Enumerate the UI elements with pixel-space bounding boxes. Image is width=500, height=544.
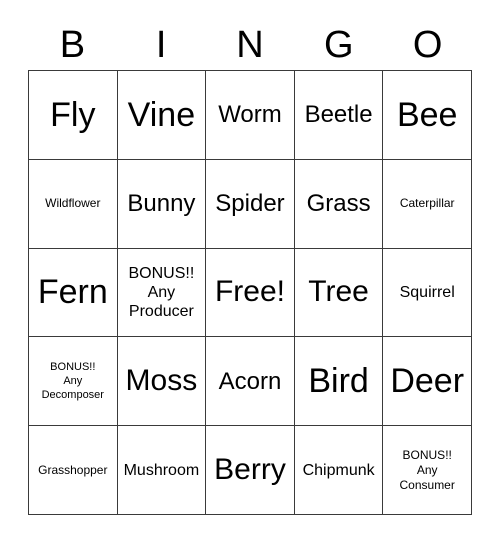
bingo-cell-label: Worm bbox=[218, 101, 282, 129]
bingo-cell[interactable]: Vine bbox=[117, 71, 207, 160]
bingo-header-letter-1: I bbox=[155, 24, 167, 66]
bingo-header-row: BINGO bbox=[28, 22, 472, 68]
bingo-header-letter-2: N bbox=[236, 24, 264, 66]
bingo-cell-label: Fern bbox=[37, 273, 108, 312]
bingo-cell-label: Bunny bbox=[127, 190, 196, 218]
bingo-cell[interactable]: Moss bbox=[117, 337, 207, 427]
bingo-cell[interactable]: BONUS!! Any Decomposer bbox=[29, 337, 118, 427]
bingo-cell[interactable]: Acorn bbox=[206, 337, 295, 427]
bingo-cell[interactable]: Free! bbox=[206, 248, 295, 338]
bingo-cell[interactable]: Mushroom bbox=[117, 426, 207, 515]
bingo-cell-label: Mushroom bbox=[123, 461, 200, 479]
bingo-cell[interactable]: Worm bbox=[206, 71, 295, 160]
bingo-cell-label: Chipmunk bbox=[302, 461, 375, 479]
bingo-cell-label: Wildflower bbox=[45, 196, 101, 211]
bingo-cell[interactable]: Squirrel bbox=[383, 248, 472, 338]
bingo-cell-label: Acorn bbox=[218, 367, 282, 395]
bingo-cell[interactable]: Spider bbox=[206, 159, 295, 249]
bingo-cell[interactable]: BONUS!! Any Producer bbox=[117, 248, 207, 338]
bingo-cell-label: Moss bbox=[125, 364, 198, 398]
bingo-cell-label: Spider bbox=[215, 190, 285, 218]
bingo-cell-label: Bird bbox=[308, 362, 369, 401]
bingo-cell[interactable]: Wildflower bbox=[29, 159, 118, 249]
bingo-cell[interactable]: Chipmunk bbox=[294, 426, 384, 515]
bingo-cell-label: Deer bbox=[390, 362, 465, 401]
bingo-cell[interactable]: BONUS!! Any Consumer bbox=[383, 426, 472, 515]
bingo-cell[interactable]: Tree bbox=[294, 248, 384, 338]
bingo-header-letter-3: G bbox=[324, 24, 354, 66]
bingo-cell-label: Bee bbox=[396, 95, 458, 134]
bingo-cell-label: Grasshopper bbox=[38, 462, 108, 477]
bingo-cell[interactable]: Fern bbox=[29, 248, 118, 338]
bingo-cell[interactable]: Deer bbox=[383, 337, 472, 427]
bingo-cell-label: Tree bbox=[308, 275, 369, 309]
bingo-cell[interactable]: Grasshopper bbox=[29, 426, 118, 515]
bingo-card: B I N G O Fly Vine Worm Beetle Bee Wildflower Bunn… bbox=[0, 0, 500, 544]
bingo-cell[interactable]: Fly bbox=[29, 71, 118, 160]
bingo-cell-label: Beetle bbox=[304, 101, 373, 129]
bingo-grid: Fly Vine Worm Beetle Bee Wildflower Bunny Spide… bbox=[28, 70, 472, 515]
bingo-cell-label: Vine bbox=[127, 95, 196, 134]
bingo-cell-label: BONUS!! Any Producer bbox=[128, 264, 195, 320]
bingo-cell-label: Grass bbox=[306, 190, 371, 218]
bingo-cell[interactable]: Beetle bbox=[294, 71, 384, 160]
bingo-cell-label: BONUS!! Any Consumer bbox=[399, 447, 455, 492]
bingo-cell-label: Squirrel bbox=[399, 283, 455, 301]
bingo-cell-label: Berry bbox=[214, 453, 286, 487]
bingo-header-letter-0: B bbox=[59, 24, 86, 66]
bingo-cell[interactable]: Bunny bbox=[117, 159, 207, 249]
bingo-cell-label: Free! bbox=[214, 275, 285, 309]
bingo-cell[interactable]: Bird bbox=[294, 337, 384, 427]
bingo-cell[interactable]: Berry bbox=[206, 426, 295, 515]
bingo-cell-label: Caterpillar bbox=[399, 196, 455, 211]
bingo-cell[interactable]: Caterpillar bbox=[383, 159, 472, 249]
bingo-cell-label: Fly bbox=[50, 95, 96, 134]
bingo-header-letter-4: O bbox=[412, 24, 443, 66]
bingo-cell[interactable]: Grass bbox=[294, 159, 384, 249]
bingo-cell[interactable]: Bee bbox=[383, 71, 472, 160]
bingo-cell-label: BONUS!! Any Decomposer bbox=[41, 361, 104, 402]
